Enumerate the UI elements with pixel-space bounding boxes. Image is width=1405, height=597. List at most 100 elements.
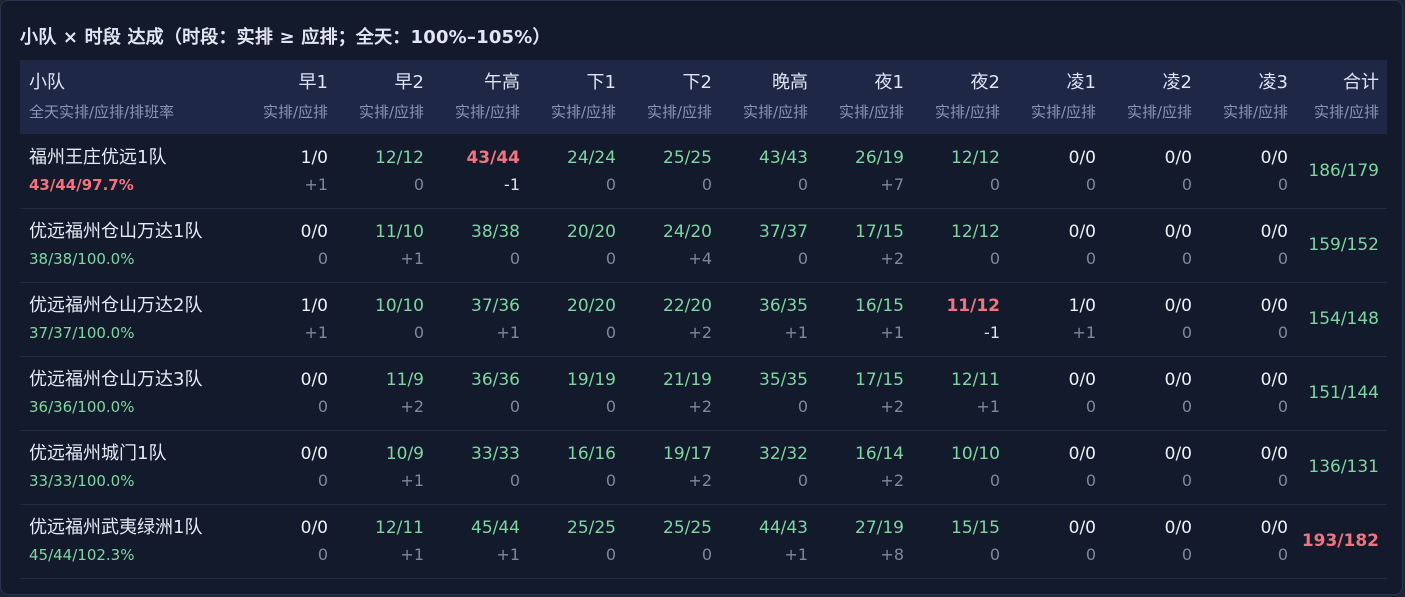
slot-value: 33/33 bbox=[471, 444, 520, 464]
slot-cell: 0/0 0 bbox=[1104, 356, 1200, 431]
slot-diff: 0 bbox=[989, 249, 1000, 268]
slot-cell: 16/16 0 bbox=[528, 430, 624, 505]
slot-value: 10/10 bbox=[375, 296, 424, 316]
slot-value: 0/0 bbox=[1164, 444, 1192, 464]
slot-cell: 0/0 0 bbox=[1200, 134, 1296, 209]
slot-cell: 15/15 0 bbox=[912, 504, 1008, 579]
slot-value: 1/0 bbox=[300, 296, 328, 316]
slot-cell: 0/0 0 bbox=[240, 430, 336, 505]
column-header-slot: 下2 实排/应排 bbox=[624, 60, 720, 134]
slot-cell: 12/11 +1 bbox=[912, 356, 1008, 431]
table-row: 优远福州仓山万达3队 36/36/100.0% 0/0 0 11/9 +2 36/36 0 19… bbox=[20, 356, 1387, 431]
slot-value: 10/10 bbox=[951, 444, 1000, 464]
slot-diff: 0 bbox=[797, 249, 808, 268]
slot-cell: 33/33 0 bbox=[432, 430, 528, 505]
slot-value: 0/0 bbox=[1068, 147, 1096, 168]
slot-value: 0/0 bbox=[1164, 370, 1192, 390]
column-header-slot: 凌1 实排/应排 bbox=[1008, 60, 1104, 134]
column-header-slot-sub: 实排/应排 bbox=[550, 103, 616, 121]
slot-value: 0/0 bbox=[300, 370, 328, 390]
slot-cell: 0/0 0 bbox=[1104, 504, 1200, 579]
column-header-total-sub: 实排/应排 bbox=[1313, 103, 1379, 121]
slot-diff: 0 bbox=[317, 471, 328, 490]
column-header-slot-sub: 实排/应排 bbox=[454, 103, 520, 121]
slot-cell: 0/0 0 bbox=[1008, 208, 1104, 283]
team-summary: 38/38/100.0% bbox=[29, 250, 135, 268]
column-header-slot-label: 夜2 bbox=[970, 72, 1000, 93]
column-header-slot-sub: 实排/应排 bbox=[742, 103, 808, 121]
slot-value: 0/0 bbox=[1164, 222, 1192, 242]
slot-diff: +1 bbox=[496, 545, 520, 564]
column-header-slot-sub: 实排/应排 bbox=[838, 103, 904, 121]
slot-diff: +1 bbox=[1072, 323, 1096, 342]
slot-value: 45/44 bbox=[471, 518, 520, 538]
slot-diff: 0 bbox=[797, 397, 808, 416]
slot-cell: 0/0 0 bbox=[1104, 208, 1200, 283]
slot-value: 17/15 bbox=[855, 222, 904, 242]
slot-value: 0/0 bbox=[1260, 370, 1288, 390]
slot-cell: 35/35 0 bbox=[720, 356, 816, 431]
slot-diff: 0 bbox=[605, 471, 616, 490]
slot-cell: 0/0 0 bbox=[1104, 430, 1200, 505]
slot-cell: 36/35 +1 bbox=[720, 282, 816, 357]
slot-diff: +1 bbox=[784, 323, 808, 342]
slot-cell: 12/12 0 bbox=[912, 208, 1008, 283]
total-cell: 154/148 bbox=[1296, 282, 1387, 357]
slot-diff: 0 bbox=[1085, 249, 1096, 268]
slot-cell: 25/25 0 bbox=[528, 504, 624, 579]
slot-cell: 12/11 +1 bbox=[336, 504, 432, 579]
slot-value: 37/37 bbox=[759, 222, 808, 242]
column-header-slot-label: 凌3 bbox=[1258, 72, 1288, 93]
slot-value: 20/20 bbox=[567, 222, 616, 242]
slot-diff: 0 bbox=[989, 174, 1000, 194]
slot-diff: 0 bbox=[701, 545, 712, 564]
slot-diff: 0 bbox=[1085, 174, 1096, 194]
slot-cell: 44/43 +1 bbox=[720, 504, 816, 579]
column-header-team-label: 小队 bbox=[29, 72, 65, 93]
slot-cell: 43/44 -1 bbox=[432, 134, 528, 209]
column-header-slot: 夜2 实排/应排 bbox=[912, 60, 1008, 134]
slot-cell: 0/0 0 bbox=[240, 356, 336, 431]
slot-cell: 36/36 0 bbox=[432, 356, 528, 431]
slot-value: 0/0 bbox=[1164, 147, 1192, 168]
slot-diff: +2 bbox=[880, 249, 904, 268]
column-header-slot-label: 凌2 bbox=[1162, 72, 1192, 93]
slot-diff: 0 bbox=[797, 471, 808, 490]
column-header-slot-sub: 实排/应排 bbox=[1126, 103, 1192, 121]
column-header-slot-label: 早1 bbox=[298, 72, 328, 93]
team-name: 优远福州武夷绿洲1队 bbox=[29, 517, 203, 538]
column-header-slot: 午高 实排/应排 bbox=[432, 60, 528, 134]
slot-value: 0/0 bbox=[300, 222, 328, 242]
slot-cell: 24/20 +4 bbox=[624, 208, 720, 283]
slot-diff: 0 bbox=[509, 471, 520, 490]
column-header-slot-label: 夜1 bbox=[874, 72, 904, 93]
total-cell: 136/131 bbox=[1296, 430, 1387, 505]
slot-diff: 0 bbox=[1181, 471, 1192, 490]
slot-value: 1/0 bbox=[1068, 296, 1096, 316]
table-row: 福州王庄优远1队 43/44/97.7% 1/0 +1 12/12 0 43/44 -1 24/… bbox=[20, 134, 1387, 209]
slot-cell: 0/0 0 bbox=[240, 208, 336, 283]
slot-diff: +2 bbox=[688, 471, 712, 490]
team-name: 福州王庄优远1队 bbox=[29, 146, 167, 168]
achievement-table: 小队 全天实排/应排/排班率 早1 实排/应排 早2 实排/应排 午高 实排/应排 下1 实排… bbox=[20, 60, 1387, 579]
slot-value: 0/0 bbox=[300, 518, 328, 538]
slot-value: 10/9 bbox=[385, 444, 424, 464]
total-cell: 193/182 bbox=[1296, 504, 1387, 579]
slot-diff: 0 bbox=[605, 249, 616, 268]
slot-cell: 0/0 0 bbox=[240, 504, 336, 579]
column-header-slot-sub: 实排/应排 bbox=[934, 103, 1000, 121]
slot-cell: 43/43 0 bbox=[720, 134, 816, 209]
team-summary: 45/44/102.3% bbox=[29, 546, 135, 564]
slot-value: 16/15 bbox=[855, 296, 904, 316]
team-name: 优远福州城门1队 bbox=[29, 443, 167, 464]
slot-diff: 0 bbox=[605, 397, 616, 416]
slot-cell: 21/19 +2 bbox=[624, 356, 720, 431]
table-row: 优远福州仓山万达2队 37/37/100.0% 1/0 +1 10/10 0 37/36 +1… bbox=[20, 282, 1387, 357]
slot-value: 0/0 bbox=[1164, 296, 1192, 316]
slot-cell: 26/19 +7 bbox=[816, 134, 912, 209]
slot-diff: -1 bbox=[504, 174, 520, 194]
slot-diff: +2 bbox=[688, 323, 712, 342]
slot-cell: 0/0 0 bbox=[1200, 504, 1296, 579]
slot-cell: 0/0 0 bbox=[1200, 356, 1296, 431]
slot-value: 25/25 bbox=[567, 518, 616, 538]
